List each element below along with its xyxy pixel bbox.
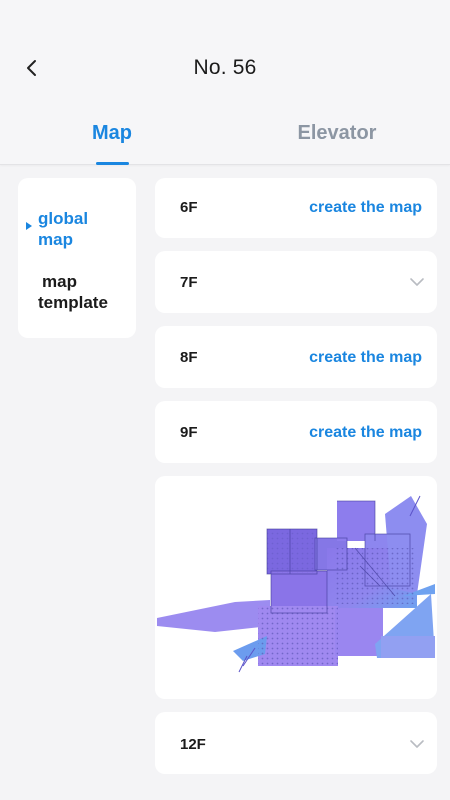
top-bar: No. 56 Map Elevator — [0, 0, 450, 165]
sidebar-item-label: map — [42, 272, 77, 291]
active-tab-indicator — [96, 162, 129, 165]
floor-card-9f: 9F create the map — [155, 401, 437, 463]
floor-card-7f[interactable]: 7F — [155, 251, 437, 313]
floor-map-image — [157, 495, 435, 673]
floor-label: 8F — [180, 349, 198, 366]
tab-map[interactable]: Map — [62, 122, 162, 152]
create-map-link[interactable]: create the map — [309, 349, 422, 367]
map-category-sidebar: global map map template — [18, 178, 136, 338]
sidebar-item-global-map[interactable]: global map — [38, 208, 88, 250]
floor-card-6f: 6F create the map — [155, 178, 437, 238]
sidebar-item-map-template[interactable]: map template — [38, 271, 108, 313]
triangle-right-icon — [26, 222, 32, 230]
page-title: No. 56 — [193, 56, 257, 79]
chevron-down-icon[interactable] — [409, 739, 425, 749]
create-map-link[interactable]: create the map — [309, 424, 422, 442]
floor-card-8f: 8F create the map — [155, 326, 437, 388]
sidebar-item-label: global — [38, 209, 89, 228]
floor-label: 9F — [180, 424, 198, 441]
chevron-down-icon[interactable] — [409, 277, 425, 287]
tab-elevator[interactable]: Elevator — [272, 122, 402, 152]
map-preview-card[interactable] — [155, 476, 437, 699]
sidebar-item-label: map — [38, 230, 73, 249]
floor-label: 12F — [180, 736, 206, 753]
floor-label: 7F — [180, 274, 198, 291]
sidebar-item-label: template — [38, 293, 108, 312]
floor-label: 6F — [180, 199, 198, 216]
create-map-link[interactable]: create the map — [309, 199, 422, 217]
floor-card-12f[interactable]: 12F — [155, 712, 437, 774]
